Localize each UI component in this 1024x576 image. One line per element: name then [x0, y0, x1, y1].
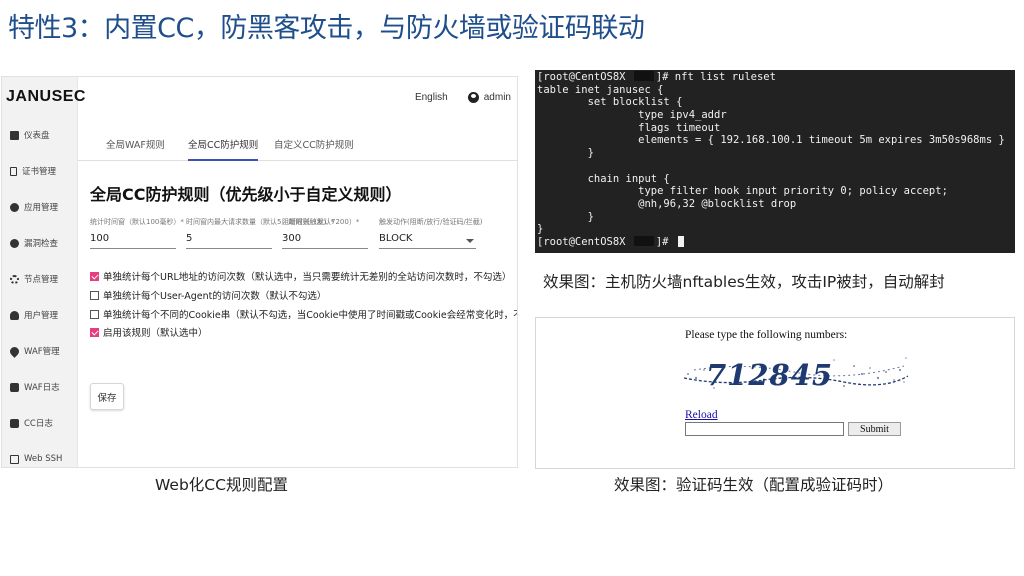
- field-label-action: 触发动作(阻断/放行/验证码/拦截): [379, 218, 483, 226]
- terminal-icon: [10, 454, 19, 464]
- caption-terminal: 效果图：主机防火墙nftables生效，攻击IP被封，自动解封: [543, 273, 945, 291]
- scan-icon: [10, 238, 19, 248]
- sidebar-item-waf-manage[interactable]: WAF管理: [2, 333, 77, 369]
- sidebar-item-users[interactable]: 用户管理: [2, 297, 77, 333]
- terminal-output-line: type filter hook input priority 0; polic…: [537, 185, 948, 198]
- lock-icon: [10, 382, 19, 392]
- captcha-code: 712845: [706, 358, 833, 392]
- user-icon: [10, 310, 19, 320]
- checkbox-user-agent[interactable]: [90, 290, 99, 300]
- chevron-down-icon: [466, 239, 474, 243]
- janusec-admin-panel: JANUSEC 仪表盘 证书管理 应用管理 漏洞检查 节点管理 用户管理 WAF…: [1, 76, 518, 468]
- sidebar-item-waf-log[interactable]: WAF日志: [2, 369, 77, 405]
- terminal-output-line: set blocklist {: [537, 96, 683, 109]
- terminal-output-line: }: [537, 210, 594, 223]
- app-icon: [10, 202, 19, 212]
- terminal-cursor: [677, 235, 684, 247]
- tab-custom-cc[interactable]: 自定义CC防护规则: [274, 137, 354, 151]
- tab-global-waf[interactable]: 全局WAF规则: [106, 137, 165, 151]
- sidebar-item-certificates[interactable]: 证书管理: [2, 153, 77, 189]
- terminal-prompt-line: [root@CentOS8X ]# nft list ruleset: [537, 71, 776, 83]
- rule-tabs: 全局WAF规则 全局CC防护规则 自定义CC防护规则: [78, 117, 517, 161]
- account-icon[interactable]: [467, 91, 479, 103]
- sidebar-item-cc-log[interactable]: CC日志: [2, 405, 77, 441]
- sidebar: JANUSEC 仪表盘 证书管理 应用管理 漏洞检查 节点管理 用户管理 WAF…: [2, 77, 86, 467]
- action-select[interactable]: BLOCK: [379, 231, 476, 249]
- block-seconds-input[interactable]: 300: [282, 231, 368, 249]
- terminal-output-line: table inet janusec {: [537, 83, 664, 96]
- redaction-mask: [633, 71, 654, 81]
- terminal-output-line: chain input {: [537, 172, 670, 185]
- submit-button[interactable]: Submit: [848, 422, 901, 436]
- terminal-output-line: @nh,96,32 @blocklist drop: [537, 197, 797, 210]
- terminal-output-line: flags timeout: [537, 121, 721, 134]
- terminal-output-line: }: [537, 147, 594, 160]
- checkbox-url[interactable]: [90, 271, 99, 281]
- captcha-input[interactable]: [685, 422, 844, 436]
- checkbox-row-cookie[interactable]: 单独统计每个不同的Cookie串（默认不勾选，当Cookie中使用了时间戳或Co…: [90, 307, 517, 321]
- sidebar-item-dashboard[interactable]: 仪表盘: [2, 117, 77, 153]
- waf-icon: [8, 344, 21, 358]
- gear-icon: [10, 274, 19, 284]
- tab-global-cc[interactable]: 全局CC防护规则: [188, 137, 259, 161]
- captcha-prompt: Please type the following numbers:: [685, 329, 848, 341]
- checkbox-row-enable[interactable]: 启用该规则（默认选中）: [90, 325, 208, 339]
- janusec-logo: JANUSEC: [6, 88, 86, 105]
- terminal-window: [root@CentOS8X ]# nft list ruleset table…: [535, 70, 1015, 253]
- terminal-output-line: elements = { 192.168.100.1 timeout 5m ex…: [537, 134, 1005, 147]
- sidebar-item-web-ssh[interactable]: Web SSH: [2, 441, 77, 467]
- redaction-mask: [633, 235, 654, 246]
- time-window-input[interactable]: 100: [90, 231, 176, 249]
- checkbox-enable[interactable]: [90, 327, 99, 337]
- terminal-output-line: }: [537, 223, 544, 236]
- dashboard-icon: [10, 130, 19, 140]
- topbar: English admin: [78, 77, 517, 117]
- sidebar-item-apps[interactable]: 应用管理: [2, 189, 77, 225]
- certificate-icon: [10, 166, 17, 176]
- sidebar-item-vuln-scan[interactable]: 漏洞检查: [2, 225, 77, 261]
- reload-link[interactable]: Reload: [685, 409, 718, 421]
- section-title: 全局CC防护规则（优先级小于自定义规则）: [90, 185, 402, 204]
- user-name[interactable]: admin: [484, 92, 511, 103]
- caption-app: Web化CC规则配置: [155, 476, 288, 494]
- field-label-block-seconds: 阻断时长（默认7200）*: [282, 218, 360, 226]
- language-switch[interactable]: English: [415, 92, 448, 103]
- max-requests-input[interactable]: 5: [186, 231, 272, 249]
- terminal-output-line: type ipv4_addr: [537, 109, 727, 122]
- slide-title: 特性3：内置CC，防黑客攻击，与防火墙或验证码联动: [8, 13, 645, 44]
- checkbox-row-user-agent[interactable]: 单独统计每个User-Agent的访问次数（默认不勾选）: [90, 288, 326, 302]
- captcha-image: 712845: [684, 357, 908, 392]
- captcha-panel: Please type the following numbers: 71284…: [535, 317, 1015, 469]
- caption-captcha: 效果图：验证码生效（配置成验证码时）: [614, 476, 894, 494]
- main-content: 全局WAF规则 全局CC防护规则 自定义CC防护规则 全局CC防护规则（优先级小…: [78, 117, 517, 467]
- lock-icon: [10, 418, 19, 428]
- sidebar-item-nodes[interactable]: 节点管理: [2, 261, 77, 297]
- checkbox-row-url[interactable]: 单独统计每个URL地址的访问次数（默认选中，当只需要统计无差别的全站访问次数时，…: [90, 269, 511, 283]
- checkbox-cookie[interactable]: [90, 309, 99, 319]
- field-label-time-window: 统计时间窗（默认100毫秒）*: [90, 218, 184, 226]
- terminal-prompt-line[interactable]: [root@CentOS8X ]#: [537, 235, 1013, 249]
- save-button[interactable]: 保存: [90, 383, 124, 410]
